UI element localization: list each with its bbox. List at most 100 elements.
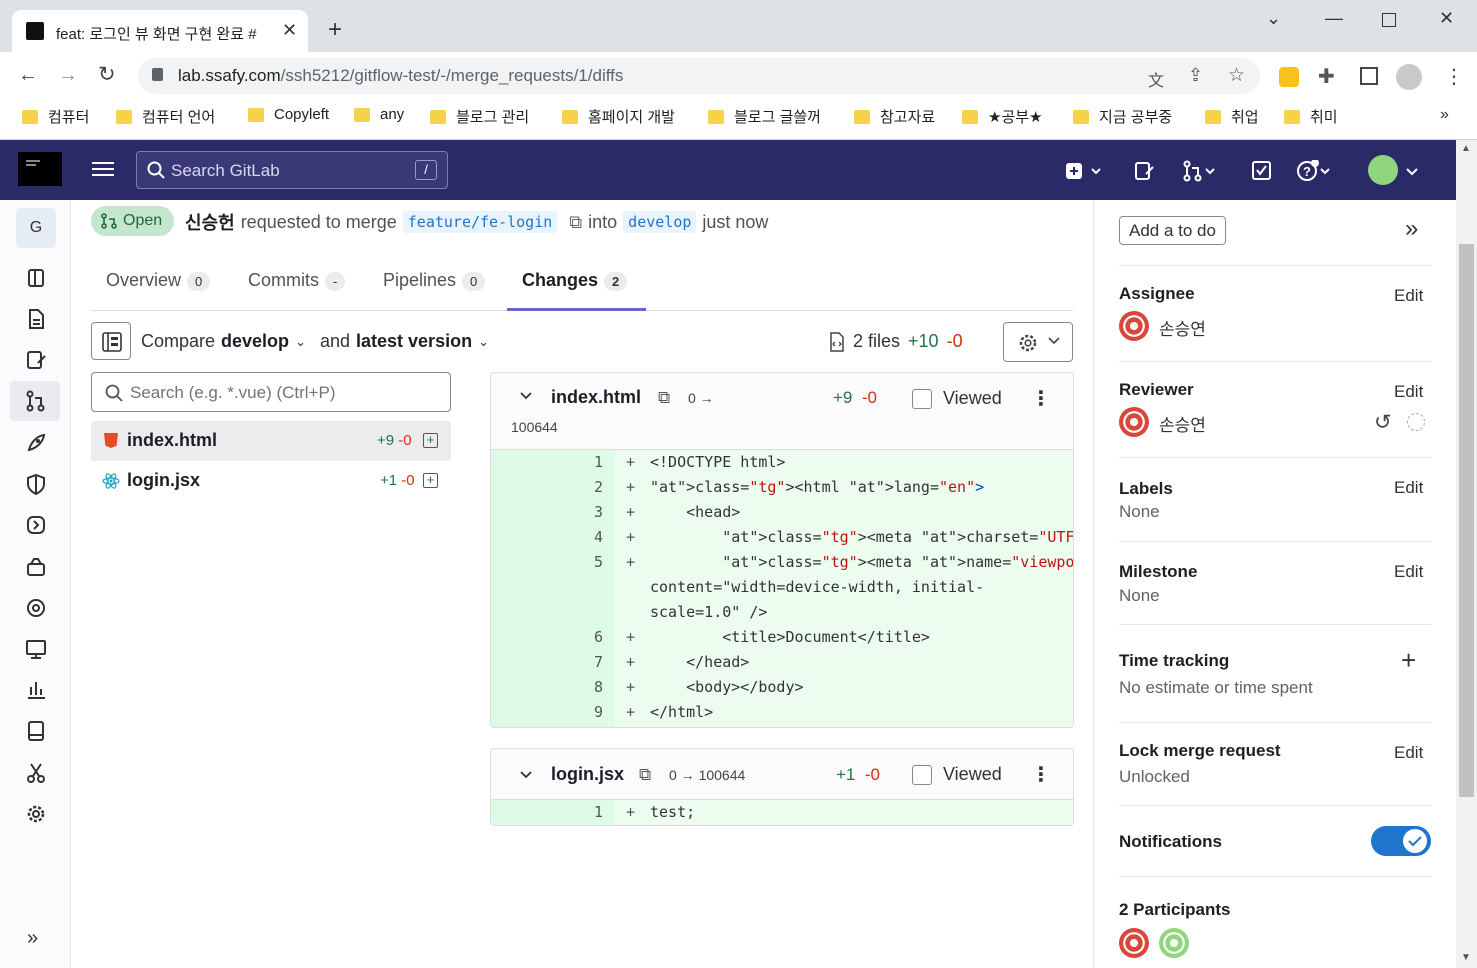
- bookmark-folder[interactable]: 컴퓨터 언어: [116, 106, 215, 127]
- copy-path-icon[interactable]: ⧉: [658, 388, 670, 408]
- assignee-edit[interactable]: Edit: [1394, 286, 1423, 306]
- packages-icon[interactable]: [25, 556, 47, 578]
- todos-icon[interactable]: [1251, 160, 1273, 182]
- bookmark-folder[interactable]: 컴퓨터: [22, 106, 89, 127]
- bookmark-folder[interactable]: 지금 공부중: [1073, 106, 1172, 127]
- reload-icon[interactable]: ↻: [98, 62, 116, 87]
- tab-search-icon[interactable]: ⌄: [1266, 8, 1281, 29]
- tab-changes[interactable]: Changes 2: [522, 270, 628, 291]
- create-new-icon[interactable]: [1064, 160, 1101, 182]
- compare-head-dropdown[interactable]: latest version: [356, 331, 472, 352]
- browser-tab[interactable]: feat: 로그인 뷰 화면 구현 완료 # ✕: [12, 10, 308, 52]
- bookmark-folder[interactable]: 홈페이지 개발: [562, 106, 675, 127]
- file-options-icon[interactable]: ⋮: [1031, 762, 1051, 787]
- copy-path-icon[interactable]: ⧉: [639, 765, 651, 785]
- project-overview-icon[interactable]: [25, 267, 47, 289]
- mr-author[interactable]: 신승헌: [185, 209, 235, 235]
- bookmark-folder[interactable]: Copyleft: [248, 106, 329, 123]
- toggle-file-tree-button[interactable]: [91, 322, 131, 360]
- back-icon[interactable]: ←: [18, 64, 38, 87]
- bookmark-folder[interactable]: any: [354, 106, 404, 123]
- target-branch[interactable]: develop: [623, 211, 697, 233]
- bookmark-folder[interactable]: 블로그 글쓸꺼: [708, 106, 821, 127]
- labels-edit[interactable]: Edit: [1394, 478, 1423, 498]
- scroll-down-icon[interactable]: ▼: [1461, 952, 1471, 963]
- chevron-down-icon[interactable]: ⌄: [295, 334, 306, 350]
- minimize-icon[interactable]: —: [1325, 8, 1343, 29]
- repository-icon[interactable]: [25, 308, 47, 330]
- tab-close-icon[interactable]: ✕: [282, 20, 297, 41]
- diff-settings-button[interactable]: [1003, 322, 1073, 362]
- add-todo-button[interactable]: Add a to do: [1119, 216, 1226, 245]
- participant-avatar[interactable]: [1159, 928, 1189, 958]
- forward-icon[interactable]: →: [58, 64, 78, 87]
- issues-icon[interactable]: [1133, 160, 1155, 182]
- lock-edit[interactable]: Edit: [1394, 743, 1423, 763]
- tab-pipelines[interactable]: Pipelines 0: [383, 270, 486, 291]
- maximize-icon[interactable]: [1382, 13, 1396, 27]
- user-menu-chevron-icon[interactable]: [1404, 160, 1426, 182]
- file-options-icon[interactable]: ⋮: [1031, 386, 1051, 411]
- assignee-avatar[interactable]: [1119, 311, 1149, 341]
- project-avatar[interactable]: G: [16, 208, 56, 248]
- notifications-toggle[interactable]: [1371, 826, 1431, 856]
- gitlab-logo[interactable]: [18, 152, 62, 186]
- assignee-name[interactable]: 손승연: [1159, 315, 1206, 340]
- bookmarks-overflow-icon[interactable]: »: [1440, 106, 1449, 124]
- bookmark-folder[interactable]: 취미: [1284, 106, 1338, 127]
- reviewer-name[interactable]: 손승연: [1159, 411, 1206, 436]
- merge-requests-icon[interactable]: [1182, 160, 1215, 182]
- file-tree-item-index[interactable]: index.html +9 -0 +: [91, 421, 451, 461]
- expand-sidebar-icon[interactable]: »: [27, 927, 38, 950]
- bookmark-folder[interactable]: ★공부★: [962, 106, 1043, 127]
- chevron-down-icon[interactable]: ⌄: [478, 334, 489, 350]
- file-search-input[interactable]: Search (e.g. *.vue) (Ctrl+P): [91, 372, 451, 412]
- scrollbar-thumb[interactable]: [1459, 244, 1474, 797]
- bookmark-folder[interactable]: 블로그 관리: [430, 106, 529, 127]
- snippets-scissors-icon[interactable]: [25, 762, 47, 784]
- collapse-chevron-icon[interactable]: [519, 769, 533, 781]
- omnibox[interactable]: lab.ssafy.com/ssh5212/gitflow-test/-/mer…: [138, 58, 1260, 94]
- monitor-icon[interactable]: [25, 638, 47, 660]
- participant-avatar[interactable]: [1119, 928, 1149, 958]
- hamburger-menu-icon[interactable]: [92, 158, 114, 180]
- add-time-icon[interactable]: +: [1401, 645, 1416, 676]
- tab-commits[interactable]: Commits -: [248, 270, 346, 291]
- wiki-book-icon[interactable]: [25, 720, 47, 742]
- security-shield-icon[interactable]: [25, 473, 47, 495]
- translate-icon[interactable]: 文: [1148, 67, 1164, 91]
- ci-cd-rocket-icon[interactable]: [25, 432, 47, 454]
- viewed-checkbox[interactable]: [912, 389, 932, 409]
- reviewer-avatar[interactable]: [1119, 407, 1149, 437]
- window-close-icon[interactable]: ✕: [1439, 8, 1454, 29]
- file-tree-item-login[interactable]: login.jsx +1 -0 +: [91, 461, 451, 501]
- source-branch[interactable]: feature/fe-login: [402, 211, 558, 233]
- deployments-icon[interactable]: [25, 514, 47, 536]
- viewed-checkbox[interactable]: [912, 765, 932, 785]
- analytics-icon[interactable]: [25, 679, 47, 701]
- sidepanel-icon[interactable]: [1360, 67, 1378, 85]
- bookmark-folder[interactable]: 취업: [1205, 106, 1259, 127]
- infrastructure-icon[interactable]: [25, 597, 47, 619]
- new-tab-icon[interactable]: +: [328, 16, 342, 44]
- collapse-chevron-icon[interactable]: [519, 390, 533, 402]
- issues-nav-icon[interactable]: [25, 349, 47, 371]
- milestone-edit[interactable]: Edit: [1394, 562, 1423, 582]
- diff-filename[interactable]: index.html: [551, 387, 641, 408]
- copy-branch-icon[interactable]: ⧉: [569, 212, 582, 233]
- puzzle-icon[interactable]: ✚: [1318, 64, 1335, 89]
- bookmark-star-icon[interactable]: ☆: [1228, 64, 1245, 87]
- compare-base-dropdown[interactable]: develop: [221, 331, 289, 352]
- settings-gear-icon[interactable]: [25, 803, 47, 825]
- tab-overview[interactable]: Overview 0: [106, 270, 211, 291]
- rerequest-review-icon[interactable]: ↺: [1374, 410, 1392, 435]
- help-icon[interactable]: ?: [1297, 160, 1330, 182]
- reviewer-edit[interactable]: Edit: [1394, 382, 1423, 402]
- merge-requests-nav-icon[interactable]: [25, 390, 47, 412]
- user-avatar[interactable]: [1368, 155, 1398, 185]
- scroll-up-icon[interactable]: ▲: [1461, 143, 1471, 154]
- profile-icon[interactable]: [1396, 64, 1422, 90]
- gitlab-search-input[interactable]: Search GitLab /: [136, 151, 448, 189]
- collapse-sidebar-icon[interactable]: »: [1405, 215, 1418, 243]
- diff-filename[interactable]: login.jsx: [551, 764, 624, 785]
